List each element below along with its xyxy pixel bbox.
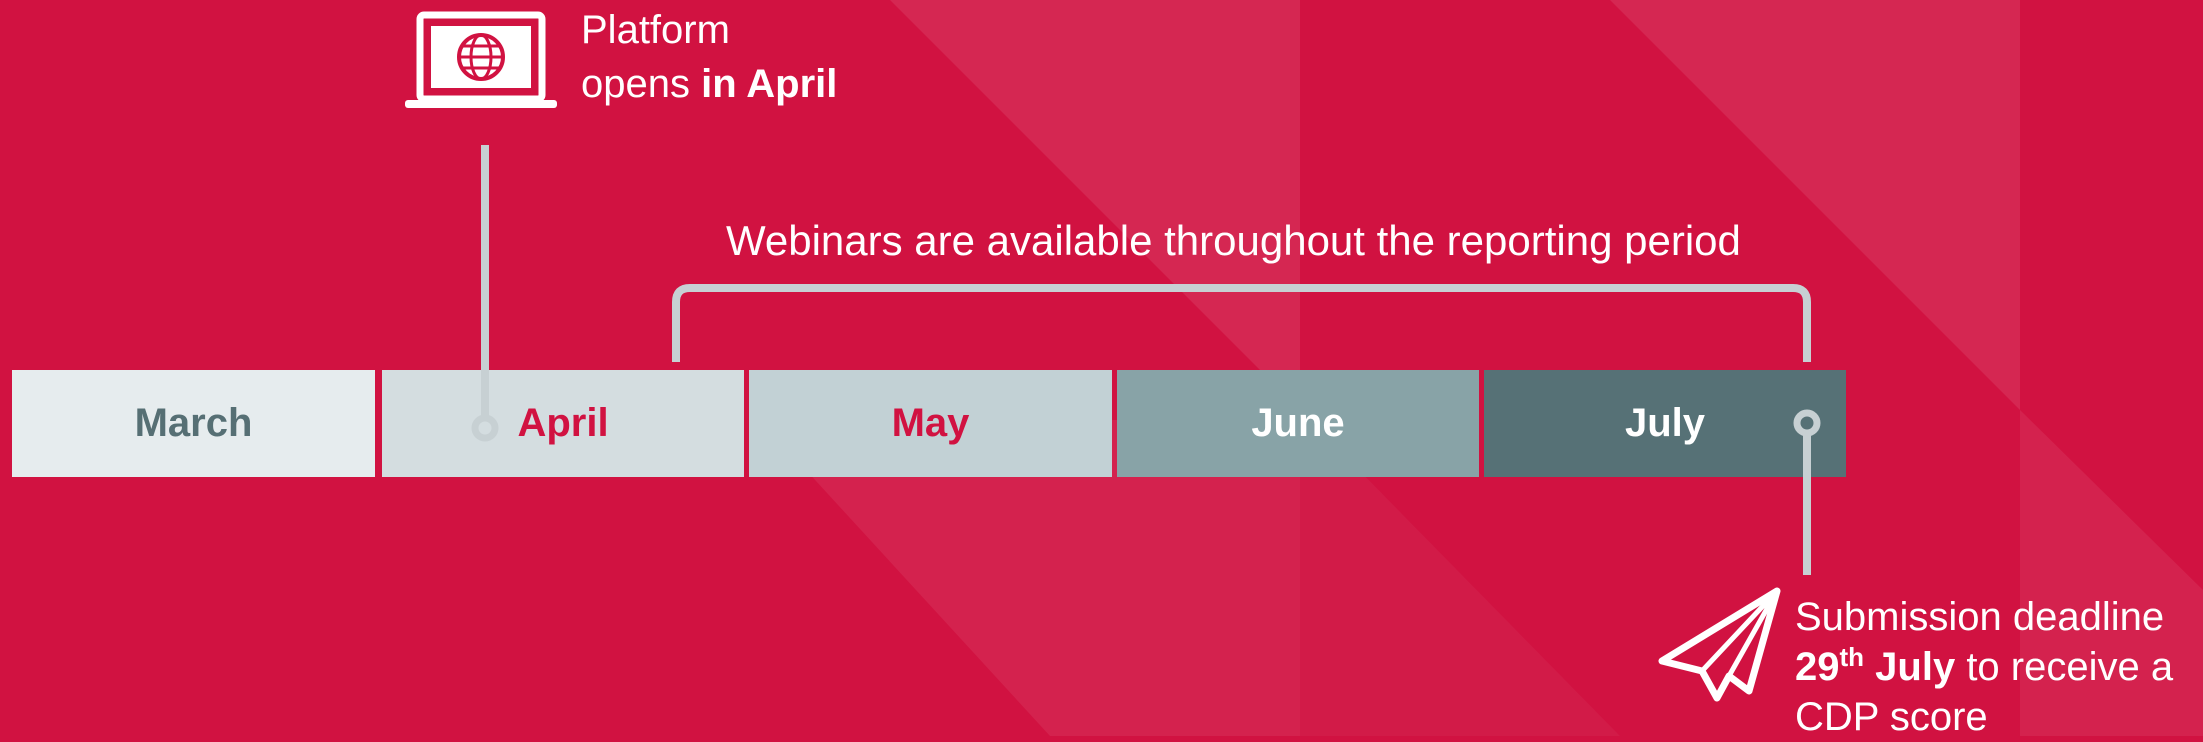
paper-plane-icon [1658,587,1781,702]
webinar-bracket [672,284,1811,362]
platform-month-highlight: in April [701,62,838,106]
deadline-pin-marker [1793,409,1821,437]
platform-pin-marker [471,414,499,442]
webinar-caption: Webinars are available throughout the re… [726,217,1741,264]
deadline-line1: Submission deadline [1795,595,2165,639]
deadline-line2: 29th July to receive a [1795,642,2174,689]
platform-callout: Platform opens in April [581,3,837,111]
laptop-globe-icon [405,11,557,108]
deadline-callout: Submission deadline 29th July to receive… [1795,592,2173,742]
deadline-line3: CDP score [1795,695,1988,739]
platform-line2: opens in April [581,62,838,106]
deadline-date: 29th July [1795,642,1956,689]
platform-line1: Platform [581,8,730,52]
